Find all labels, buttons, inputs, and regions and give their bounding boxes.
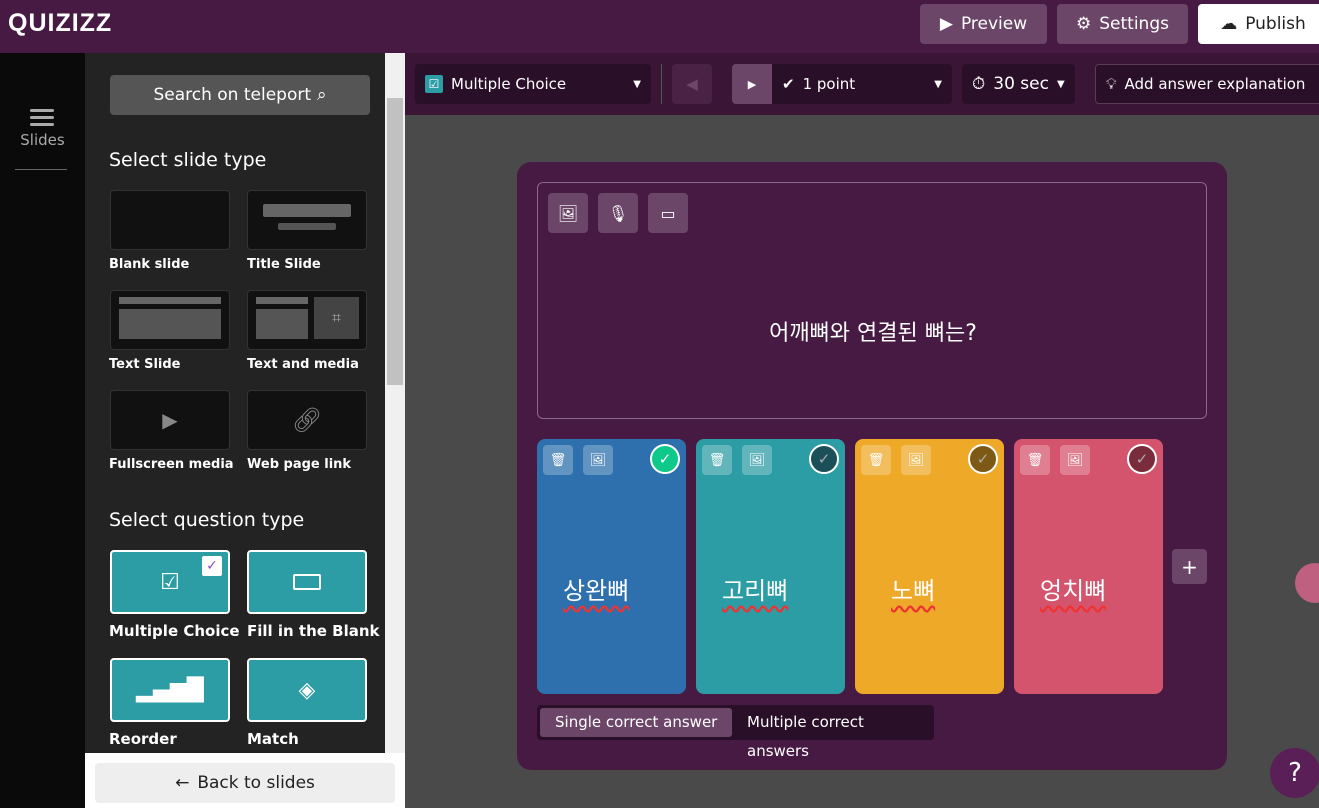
answer-option[interactable]: 🗑︎ 🖼︎ ✓ 엉치뼈 [1014, 439, 1163, 694]
question-text[interactable]: 어깨뼈와 연결된 뼈는? [538, 315, 1208, 347]
answer-option[interactable]: 🗑︎ 🖼︎ ✓ 노뼈 [855, 439, 1004, 694]
slides-icon[interactable] [30, 109, 54, 130]
help-button[interactable]: ? [1270, 748, 1319, 798]
time-dropdown[interactable]: ⏱ 30 sec ▼ [962, 64, 1075, 104]
side-badge[interactable] [1295, 563, 1319, 603]
answer-option[interactable]: 🗑︎ 🖼︎ ✓ 고리뼈 [696, 439, 845, 694]
video-icon[interactable]: ▭ [648, 193, 688, 233]
reorder-card[interactable]: ▂▄▆█ [110, 658, 230, 722]
web-page-link-card[interactable]: 🔗︎ [247, 390, 367, 450]
fullscreen-media-card[interactable]: ▶ [110, 390, 230, 450]
match-label: Match [247, 730, 299, 748]
multiple-choice-label: Multiple Choice [109, 622, 240, 640]
youtube-icon: ▶ [162, 408, 178, 432]
publish-button[interactable]: ☁ Publish [1198, 4, 1319, 44]
quizizz-logo[interactable]: QUIZIZZ [8, 9, 112, 38]
link-icon: 🔗︎ [291, 406, 323, 434]
image-icon[interactable]: 🖼︎ [583, 445, 613, 475]
correct-check-icon[interactable]: ✓ [650, 444, 680, 474]
correct-check-icon[interactable]: ✓ [809, 444, 839, 474]
blank-box-icon [293, 574, 321, 590]
multiple-correct-option[interactable]: Multiple correct answers [732, 708, 934, 760]
trash-icon[interactable]: 🗑︎ [543, 445, 573, 475]
text-slide-label: Text Slide [109, 357, 181, 372]
back-footer: ← Back to slides [85, 753, 405, 808]
selected-check-icon: ✓ [202, 556, 222, 576]
answer-text[interactable]: 상완뼈 [563, 571, 629, 606]
gear-icon: ⚙ [1076, 14, 1092, 34]
fullscreen-media-label: Fullscreen media [109, 457, 234, 472]
title-slide-card[interactable] [247, 190, 367, 250]
correct-check-icon[interactable]: ✓ [1127, 444, 1157, 474]
search-teleport-button[interactable]: Search on teleport ⌕ [110, 75, 370, 115]
cloud-upload-icon: ☁ [1220, 14, 1238, 34]
prev-button[interactable]: ◀ [672, 64, 712, 104]
single-correct-option[interactable]: Single correct answer [540, 708, 733, 737]
points-dropdown[interactable]: ✔ 1 point ▼ [772, 64, 952, 104]
fill-blank-card[interactable] [247, 550, 367, 614]
settings-button[interactable]: ⚙ Settings [1057, 4, 1188, 44]
correct-check-icon[interactable]: ✓ [968, 444, 998, 474]
match-card[interactable]: ◈ [247, 658, 367, 722]
search-icon: ⌕ [317, 85, 327, 105]
image-icon[interactable]: 🖼︎ [548, 193, 588, 233]
slide-type-panel: Search on teleport ⌕ Select slide type Bl… [85, 53, 385, 753]
add-option-button[interactable]: + [1172, 549, 1207, 584]
answer-option[interactable]: 🗑︎ 🖼︎ ✓ 상완뼈 [537, 439, 686, 694]
top-bar: QUIZIZZ ▶ Preview ⚙ Settings ☁ Publish [0, 0, 1319, 53]
next-button[interactable]: ▶ [732, 64, 772, 104]
text-and-media-card[interactable]: ⌗ [247, 290, 367, 350]
checkbox-icon: ☑ [425, 75, 443, 93]
checkbox-icon: ☑ [160, 569, 180, 595]
trash-icon[interactable]: 🗑︎ [1020, 445, 1050, 475]
preview-button[interactable]: ▶ Preview [920, 4, 1047, 44]
blank-slide-label: Blank slide [109, 257, 190, 272]
text-slide-card[interactable] [110, 290, 230, 350]
panel-scrollbar[interactable] [385, 53, 405, 753]
microphone-icon[interactable]: 🎙︎ [598, 193, 638, 233]
web-page-link-label: Web page link [247, 457, 352, 472]
question-editor: 🖼︎ 🎙︎ ▭ 어깨뼈와 연결된 뼈는? 🗑︎ 🖼︎ ✓ 상완뼈 🗑︎ 🖼︎ ✓ … [517, 162, 1227, 770]
left-rail: Slides [0, 53, 85, 808]
image-icon[interactable]: 🖼︎ [1060, 445, 1090, 475]
title-slide-label: Title Slide [247, 257, 321, 272]
caret-left-icon: ◀ [686, 75, 698, 93]
blank-slide-card[interactable] [110, 190, 230, 250]
add-explanation-button[interactable]: 💡︎ Add answer explanation [1095, 64, 1319, 104]
answer-text[interactable]: 엉치뼈 [1040, 571, 1106, 606]
text-and-media-label: Text and media [247, 357, 359, 372]
select-question-type-heading: Select question type [109, 509, 305, 531]
back-to-slides-button[interactable]: ← Back to slides [95, 763, 395, 803]
trash-icon[interactable]: 🗑︎ [702, 445, 732, 475]
question-type-dropdown[interactable]: ☑ Multiple Choice ▼ [415, 64, 651, 104]
stopwatch-icon: ⏱ [972, 74, 986, 94]
caret-right-icon: ▶ [747, 77, 757, 91]
multiple-choice-card[interactable]: ☑ ✓ [110, 550, 230, 614]
question-box[interactable]: 🖼︎ 🎙︎ ▭ 어깨뼈와 연결된 뼈는? [537, 182, 1207, 419]
lightbulb-icon: 💡︎ [1106, 75, 1117, 93]
layers-icon: ◈ [298, 677, 316, 703]
image-icon[interactable]: 🖼︎ [901, 445, 931, 475]
reorder-label: Reorder [109, 730, 177, 748]
slides-label[interactable]: Slides [0, 131, 85, 149]
play-icon: ▶ [939, 14, 953, 34]
answer-text[interactable]: 노뼈 [891, 571, 935, 606]
check-circle-icon: ✔ [782, 75, 795, 93]
trash-icon[interactable]: 🗑︎ [861, 445, 891, 475]
select-slide-type-heading: Select slide type [109, 149, 267, 171]
scrollbar-thumb[interactable] [387, 98, 403, 385]
answer-text[interactable]: 고리뼈 [722, 571, 788, 606]
bars-icon: ▂▄▆█ [136, 677, 204, 703]
divider [15, 169, 67, 170]
arrow-left-icon: ← [175, 773, 190, 793]
answer-mode-toggle: Single correct answer Multiple correct a… [537, 705, 934, 760]
caret-down-icon: ▼ [934, 78, 942, 90]
caret-down-icon: ▼ [1056, 78, 1065, 90]
media-icon: ⌗ [314, 297, 359, 339]
fill-blank-label: Fill in the Blank [247, 622, 380, 640]
caret-down-icon: ▼ [633, 78, 641, 90]
question-toolbar: ☑ Multiple Choice ▼ ◀ ▶ ✔ 1 point ▼ ⏱ 30 sec ▼… [405, 53, 1319, 115]
divider [661, 64, 662, 104]
image-icon[interactable]: 🖼︎ [742, 445, 772, 475]
